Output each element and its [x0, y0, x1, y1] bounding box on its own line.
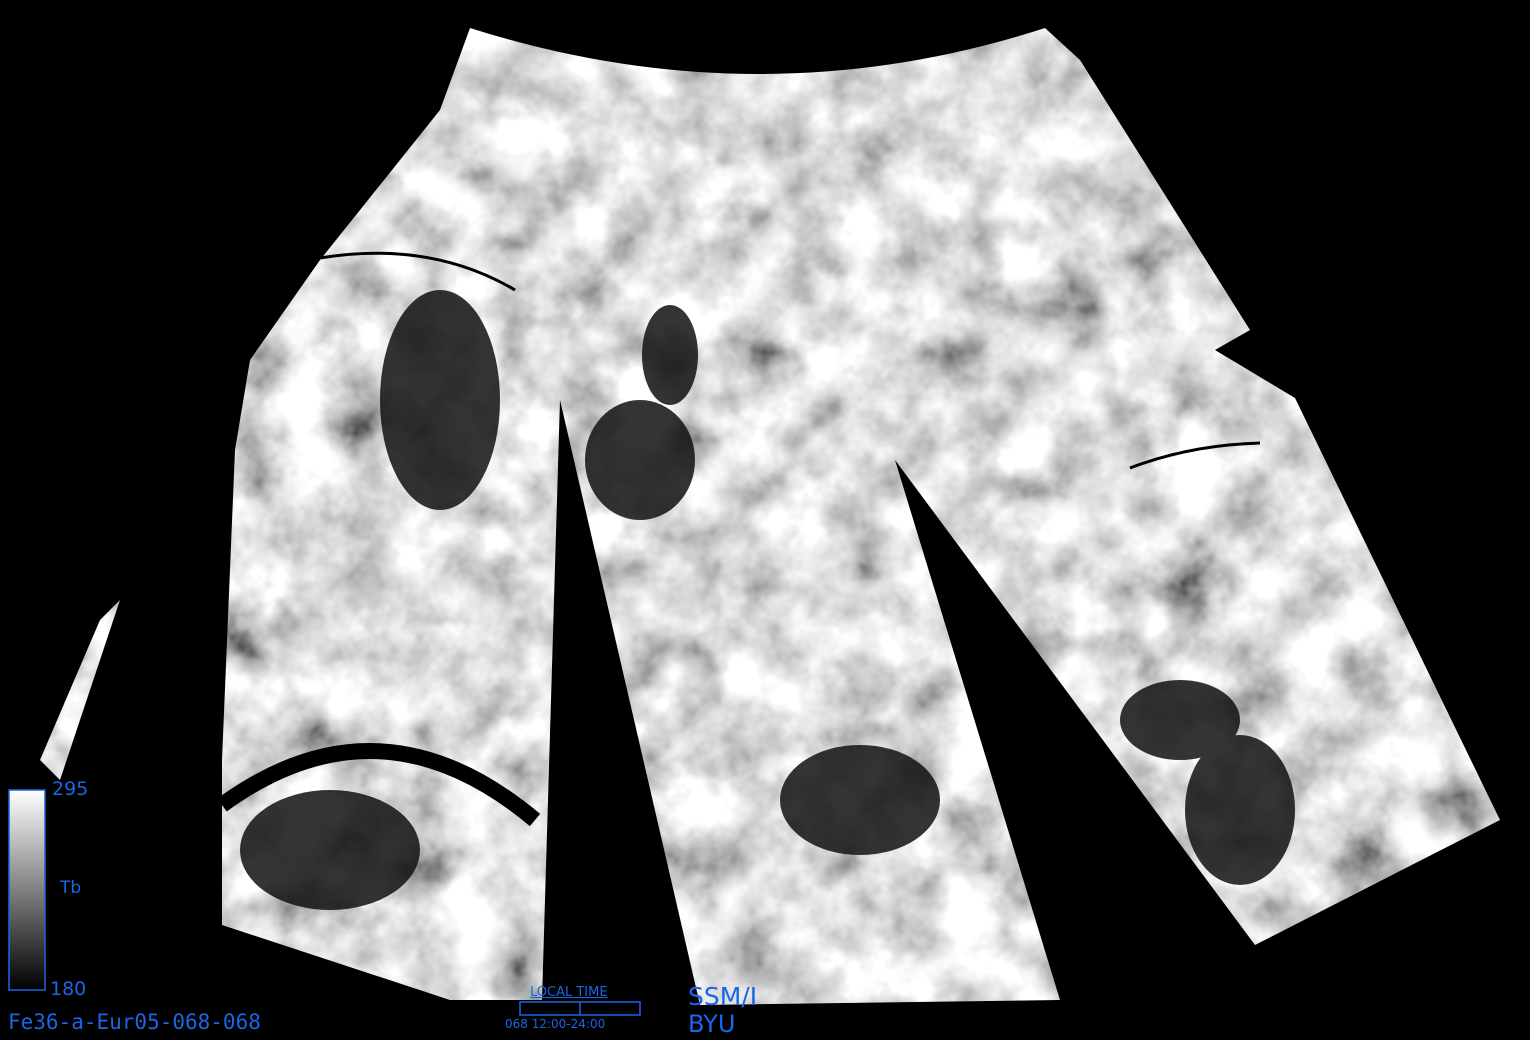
colorbar-max-label: 295 [52, 778, 89, 800]
file-id-label: Fe36-a-Eur05-068-068 [8, 1010, 261, 1034]
colorbar-min-label: 180 [50, 978, 87, 1000]
sensor-label: SSM/I [688, 982, 758, 1011]
colorbar-variable-label: Tb [60, 878, 82, 898]
local-time-box [519, 1001, 641, 1016]
brightness-temperature-map [8, 28, 1500, 1016]
local-time-range: 068 12:00-24:00 [505, 1017, 606, 1031]
satellite-swaths [40, 28, 1500, 1005]
local-time-title: LOCAL TIME [530, 985, 608, 1000]
colorbar-gradient [8, 789, 46, 991]
institution-label: BYU [688, 1010, 736, 1038]
colorbar [8, 789, 46, 991]
